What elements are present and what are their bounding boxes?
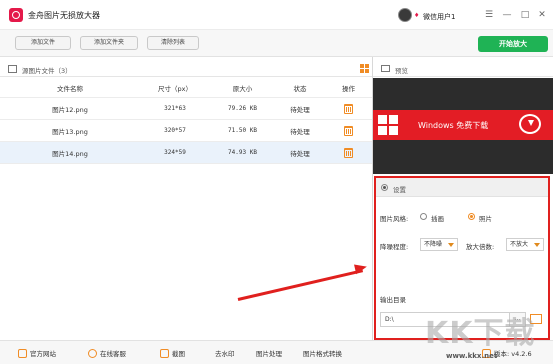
file-name: 图片13.png [52, 127, 88, 136]
add-folder-button[interactable]: 添加文件夹 [80, 36, 138, 50]
preview-title: 预览 [395, 67, 408, 75]
chevron-down-icon [448, 243, 454, 247]
column-header[interactable]: 状态 [275, 79, 325, 97]
cloud-download-icon [519, 114, 541, 134]
style-photo-radio[interactable] [468, 213, 475, 220]
menu-icon[interactable]: ☰ [482, 8, 496, 22]
image-process-link[interactable]: 图片处理 [256, 348, 282, 358]
file-list-title: 源图片文件（3） [22, 67, 72, 75]
file-list-header: 源图片文件（3） [0, 60, 372, 77]
maximize-button[interactable]: □ [518, 8, 532, 22]
vip-diamond-icon: ♦ [414, 12, 420, 19]
clear-list-button[interactable]: 清除列表 [147, 36, 199, 50]
close-button[interactable]: ✕ [535, 8, 549, 22]
headset-icon [88, 348, 97, 358]
file-status: 待处理 [290, 105, 310, 114]
style-illustration-radio[interactable] [420, 213, 427, 220]
view-toggle-icon[interactable] [360, 64, 369, 73]
support-link[interactable]: 在线客服 [88, 348, 126, 358]
app-logo-icon [9, 8, 23, 22]
column-header[interactable]: 尺寸（px） [140, 79, 210, 97]
output-label: 输出目录 [380, 296, 406, 304]
scissors-icon [160, 348, 169, 358]
scale-select[interactable]: 不放大 [506, 238, 544, 251]
table-row[interactable]: 图片14.png 324*59 74.93 KB 待处理 [0, 142, 372, 164]
support-label: 在线客服 [100, 350, 126, 358]
scale-label: 放大倍数: [466, 243, 495, 251]
image-icon [381, 65, 390, 72]
trash-icon[interactable] [344, 125, 353, 136]
file-size: 71.50 KB [228, 127, 257, 134]
toolbar: 添加文件 添加文件夹 清除列表 [0, 30, 553, 57]
format-convert-link[interactable]: 图片格式转换 [303, 348, 342, 358]
avatar[interactable] [398, 8, 412, 22]
add-file-button[interactable]: 添加文件 [15, 36, 71, 50]
screenshot-link[interactable]: 截图 [160, 348, 185, 358]
file-name: 图片14.png [52, 149, 88, 158]
style-photo-label[interactable]: 照片 [479, 213, 492, 223]
file-status: 待处理 [290, 149, 310, 158]
scale-value: 不放大 [510, 241, 529, 248]
settings-icon [381, 184, 388, 191]
denoise-value: 不降噪 [424, 241, 443, 248]
column-header: 操作 [342, 85, 355, 93]
column-header[interactable]: 原大小 [210, 79, 275, 97]
title-bar: 金舟图片无损放大器 ♦ 微信用户1 ☰ — □ ✕ [0, 0, 553, 30]
file-dimensions: 321*63 [164, 105, 186, 112]
windows-logo-icon [378, 115, 398, 135]
file-size: 74.93 KB [228, 149, 257, 156]
denoise-label: 降噪程度: [380, 243, 409, 251]
app-title: 金舟图片无损放大器 [28, 11, 100, 20]
website-link[interactable]: 官方网站 [18, 348, 56, 358]
minimize-button[interactable]: — [500, 8, 514, 22]
website-label: 官方网站 [30, 350, 56, 358]
column-header[interactable]: 文件名称 [0, 79, 140, 97]
file-dimensions: 324*59 [164, 149, 186, 156]
remove-watermark-link[interactable]: 去水印 [215, 348, 235, 358]
file-name: 图片12.png [52, 105, 88, 114]
start-enlarge-button[interactable]: 开始放大 [478, 36, 548, 52]
watermark-url: www.kkx.net [446, 352, 498, 360]
file-status: 待处理 [290, 127, 310, 136]
trash-icon[interactable] [344, 103, 353, 114]
file-dimensions: 320*57 [164, 127, 186, 134]
table-header-row: 文件名称 尺寸（px） 原大小 状态 操作 [0, 79, 372, 98]
chevron-down-icon [534, 243, 540, 247]
preview-header: 预览 [373, 60, 553, 77]
delete-cell [325, 120, 372, 141]
watermark-logo: KK下载 [425, 316, 536, 351]
banner-text: Windows 免费下载 [418, 121, 489, 130]
style-illustration-label[interactable]: 插画 [431, 213, 444, 223]
user-name[interactable]: 微信用户1 [423, 12, 455, 22]
style-label: 图片风格: [380, 215, 409, 223]
trash-icon[interactable] [344, 147, 353, 158]
preview-image: Windows 免费下载 [373, 78, 553, 174]
file-size: 79.26 KB [228, 105, 257, 112]
settings-title: 设置 [393, 186, 406, 194]
annotation-arrow-head [354, 261, 368, 275]
file-table: 文件名称 尺寸（px） 原大小 状态 操作 图片12.png 321*63 79… [0, 79, 372, 164]
preview-banner: Windows 免费下载 [373, 110, 553, 140]
image-folder-icon [8, 65, 17, 73]
screenshot-label: 截图 [172, 350, 185, 358]
delete-cell [325, 142, 372, 163]
monitor-icon [18, 348, 27, 358]
settings-header: 设置 [376, 178, 548, 197]
annotation-arrow [237, 269, 364, 301]
table-row[interactable]: 图片12.png 321*63 79.26 KB 待处理 [0, 98, 372, 120]
table-row[interactable]: 图片13.png 320*57 71.50 KB 待处理 [0, 120, 372, 142]
delete-cell [325, 98, 372, 119]
denoise-select[interactable]: 不降噪 [420, 238, 458, 251]
